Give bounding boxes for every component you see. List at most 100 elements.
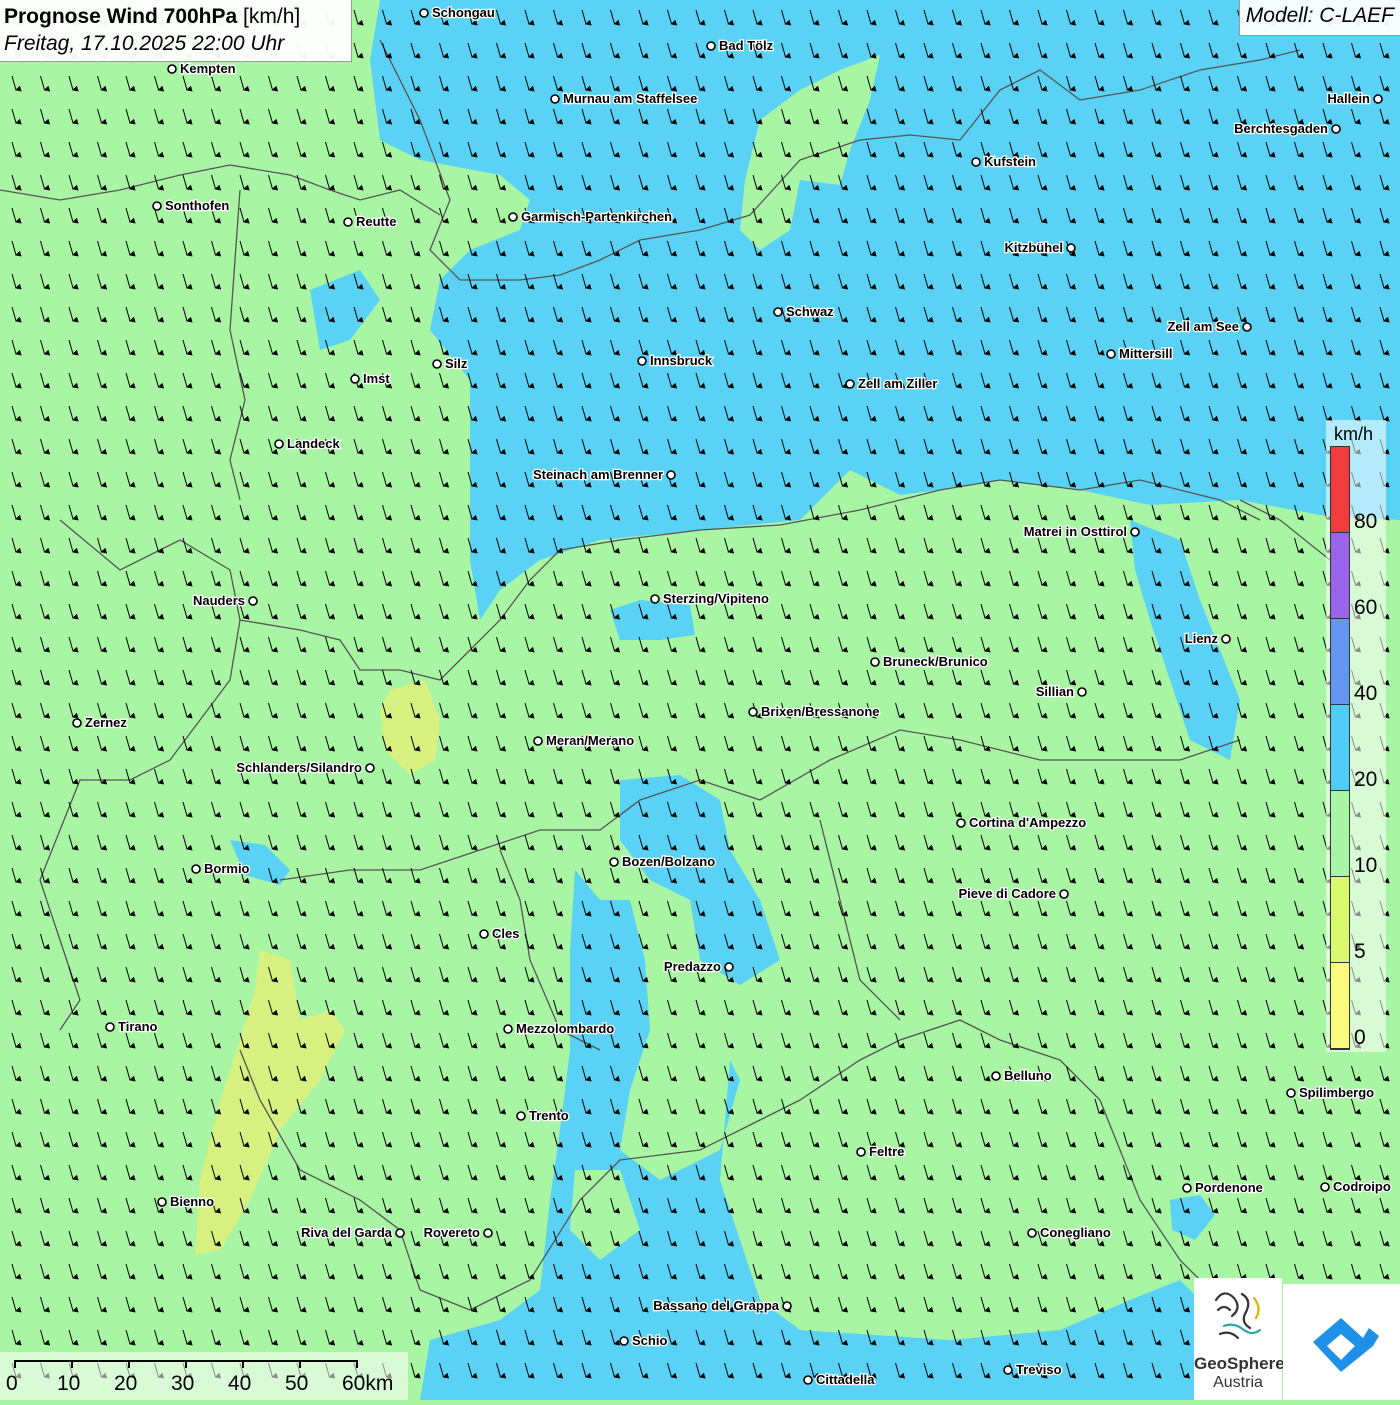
- city-label: Innsbruck: [650, 353, 713, 368]
- geosphere-logo[interactable]: GeoSphere Austria: [1194, 1278, 1285, 1400]
- scale-label: 20: [114, 1372, 138, 1395]
- city-marker: [748, 707, 758, 717]
- scale-label: 0: [6, 1372, 18, 1395]
- city-marker: [550, 94, 560, 104]
- scale-tick: [71, 1360, 73, 1368]
- city-label: Murnau am Staffelsee: [563, 91, 697, 106]
- legend-swatch: [1331, 533, 1349, 619]
- city-marker: [724, 962, 734, 972]
- city-marker: [609, 857, 619, 867]
- city-label: Tirano: [118, 1019, 158, 1034]
- city-marker: [1066, 243, 1076, 253]
- city-label: Schongau: [432, 5, 495, 20]
- city-marker: [1106, 349, 1116, 359]
- legend-swatch: [1331, 877, 1349, 963]
- city-label: Predazzo: [664, 959, 721, 974]
- city-label: Riva del Garda: [301, 1225, 393, 1240]
- city-marker: [516, 1111, 526, 1121]
- city-label: Schio: [632, 1333, 667, 1348]
- wind-map: Schongau Bad Tölz Kempten Murnau am Staffel…: [0, 0, 1400, 1400]
- city-marker: [856, 1147, 866, 1157]
- city-marker: [1373, 94, 1383, 104]
- city-label: Bruneck/Brunico: [883, 654, 988, 669]
- city-marker: [1130, 527, 1140, 537]
- city-marker: [1320, 1182, 1330, 1192]
- city-marker: [479, 929, 489, 939]
- city-marker: [971, 157, 981, 167]
- city-marker: [1182, 1183, 1192, 1193]
- city-label: Sterzing/Vipiteno: [663, 591, 769, 606]
- city-label: Matrei in Osttirol: [1024, 524, 1127, 539]
- scale-label: 50: [285, 1372, 309, 1395]
- city-label: Kufstein: [984, 154, 1036, 169]
- scale-tick: [242, 1360, 244, 1368]
- city-label: Kempten: [180, 61, 236, 76]
- city-label: Brixen/Bressanone: [761, 704, 880, 719]
- scale-label: 30: [171, 1372, 195, 1395]
- city-marker: [274, 439, 284, 449]
- city-label: Kitzbühel: [1005, 240, 1064, 255]
- legend-color-bar: [1330, 446, 1350, 1050]
- scale-tick: [128, 1360, 130, 1368]
- city-marker: [1077, 687, 1087, 697]
- city-label: Sonthofen: [165, 198, 229, 213]
- city-label: Garmisch-Partenkirchen: [521, 209, 672, 224]
- city-marker: [870, 657, 880, 667]
- weather-app-logo[interactable]: [1283, 1284, 1400, 1400]
- city-marker: [637, 356, 647, 366]
- city-marker: [1331, 124, 1341, 134]
- city-marker: [248, 596, 258, 606]
- title-unit: [km/h]: [243, 5, 301, 28]
- legend-label: 60: [1354, 596, 1378, 619]
- scale-tick: [185, 1360, 187, 1368]
- city-label: Cittadella: [816, 1372, 875, 1387]
- city-marker: [157, 1197, 167, 1207]
- city-marker: [991, 1071, 1001, 1081]
- city-label: Mezzolombardo: [516, 1021, 614, 1036]
- scale-label: 60km: [342, 1372, 394, 1395]
- legend-swatch: [1331, 705, 1349, 791]
- city-label: Zernez: [85, 715, 127, 730]
- city-marker: [152, 201, 162, 211]
- city-marker: [1221, 634, 1231, 644]
- colorbar-legend: km/h 0 5 10 20 40 60 80: [1326, 420, 1386, 1052]
- city-marker: [1286, 1088, 1296, 1098]
- city-marker: [508, 212, 518, 222]
- city-label: Cortina d'Ampezzo: [969, 815, 1086, 830]
- scale-label: 40: [228, 1372, 252, 1395]
- city-label: Landeck: [287, 436, 341, 451]
- city-label: Schlanders/Silandro: [236, 760, 362, 775]
- city-label: Bormio: [204, 861, 250, 876]
- city-label: Trento: [529, 1108, 569, 1123]
- city-label: Zell am See: [1167, 319, 1239, 334]
- city-label: Feltre: [869, 1144, 904, 1159]
- city-marker: [432, 359, 442, 369]
- city-marker: [191, 864, 201, 874]
- map-title: Prognose Wind 700hPa [km/h]: [4, 4, 351, 30]
- geosphere-name: GeoSphere: [1194, 1354, 1285, 1373]
- city-label: Treviso: [1016, 1362, 1062, 1377]
- city-marker: [503, 1024, 513, 1034]
- legend-swatch: [1331, 619, 1349, 705]
- scale-tick: [299, 1360, 301, 1368]
- scale-label: 10: [57, 1372, 81, 1395]
- legend-unit: km/h: [1334, 424, 1374, 444]
- wind-area-blue-sterzing: [610, 600, 695, 640]
- city-label: Sillian: [1036, 684, 1074, 699]
- legend-label: 10: [1354, 854, 1378, 877]
- city-marker: [343, 217, 353, 227]
- city-marker: [365, 763, 375, 773]
- city-marker: [419, 8, 429, 18]
- city-label: Imst: [363, 371, 390, 386]
- city-marker: [483, 1228, 493, 1238]
- legend-swatch: [1331, 791, 1349, 877]
- legend-label: 40: [1354, 682, 1378, 705]
- city-marker: [1059, 889, 1069, 899]
- city-marker: [1003, 1365, 1013, 1375]
- legend-label: 20: [1354, 768, 1378, 791]
- city-label: Silz: [445, 356, 468, 371]
- city-label: Spilimbergo: [1299, 1085, 1374, 1100]
- city-marker: [619, 1336, 629, 1346]
- city-marker: [1242, 322, 1252, 332]
- city-label: Steinach am Brenner: [533, 467, 663, 482]
